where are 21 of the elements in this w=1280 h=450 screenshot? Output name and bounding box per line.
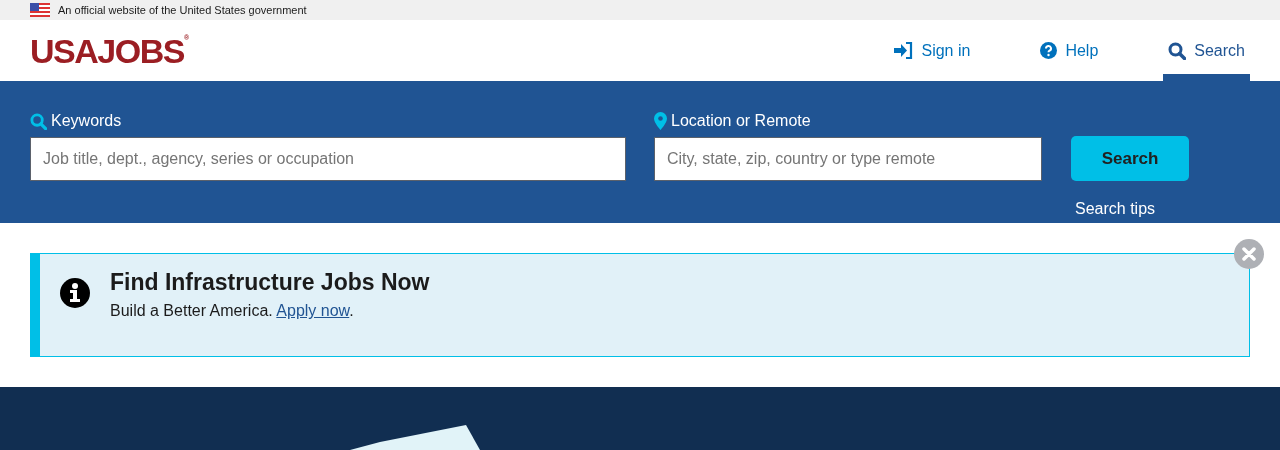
help-icon	[1040, 42, 1058, 59]
search-icon	[1168, 41, 1187, 60]
alert-text: Build a Better America. Apply now.	[110, 301, 355, 322]
field-label: Location or Remote	[671, 111, 811, 131]
logo[interactable]: USAJOBS$^{®}$	[30, 33, 188, 68]
input-field[interactable]: Job title, dept., agency, series or occupation	[30, 137, 626, 181]
search-icon	[30, 112, 47, 130]
sign-in-icon	[894, 42, 914, 59]
apply-link[interactable]: Apply now	[276, 302, 350, 320]
field-label: Keywords	[51, 111, 122, 131]
flag-icon	[30, 3, 50, 17]
banner-text: An official website of the United States government	[58, 2, 307, 18]
close-icon[interactable]	[1234, 239, 1264, 269]
nav-link[interactable]: Sign in	[889, 20, 976, 81]
nav-link[interactable]: Help	[1035, 20, 1104, 81]
info-icon	[60, 278, 90, 308]
search-tips-link[interactable]: Search tips	[1075, 197, 1189, 221]
location-pin-icon	[654, 112, 667, 130]
search-button[interactable]: Search	[1071, 136, 1189, 181]
input-field[interactable]: City, state, zip, country or type remote	[654, 137, 1042, 181]
alert-title: Find Infrastructure Jobs Now	[110, 270, 430, 296]
